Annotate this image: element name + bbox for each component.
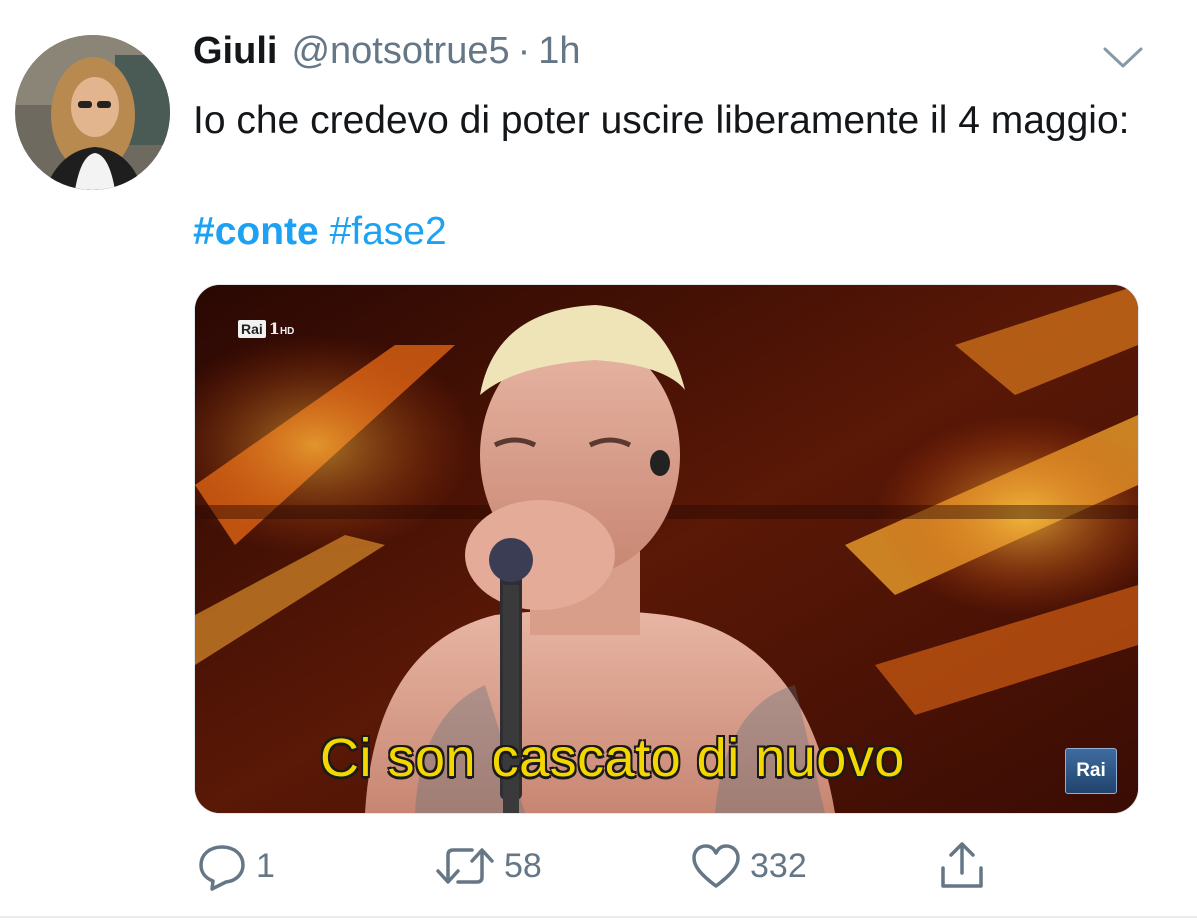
tweet-text: Io che credevo di poter uscire liberamen… [193,99,1130,142]
hashtag-fase2[interactable]: #fase2 [330,210,447,253]
tweet-media[interactable]: Rai 1HD Ci son cascato di nuovo Rai [194,284,1139,814]
retweet-icon [436,848,494,884]
tweet-actions: 1 58 332 [194,836,1014,896]
like-count: 332 [750,846,807,885]
retweet-button[interactable]: 58 [434,836,542,896]
bottom-divider [0,916,1197,918]
like-icon [692,844,740,888]
channel-number: 1HD [268,319,295,338]
timestamp[interactable]: 1h [538,30,580,73]
reply-icon [199,845,245,891]
retweet-count: 58 [504,846,542,885]
avatar[interactable] [15,35,170,190]
channel-logo-box: Rai [238,319,266,338]
channel-logo: Rai 1HD [238,319,294,338]
media-subtitle: Ci son cascato di nuovo [320,728,905,788]
chevron-down-icon[interactable] [1102,44,1144,72]
channel-hd: HD [279,326,295,337]
tweet-header: Giuli @notsotrue5 · 1h [193,30,581,80]
hashtag-row: #conte #fase2 [193,206,447,258]
display-name[interactable]: Giuli [193,30,277,73]
hashtag-conte[interactable]: #conte [193,210,319,253]
share-icon [941,842,983,888]
tweet[interactable]: Giuli @notsotrue5 · 1h Io che credevo di… [0,0,1197,924]
user-handle[interactable]: @notsotrue5 [291,30,509,73]
separator-dot: · [517,30,531,72]
like-button[interactable]: 332 [690,836,807,896]
corner-logo: Rai [1065,748,1117,794]
share-button[interactable] [938,836,986,896]
reply-button[interactable]: 1 [196,836,275,896]
reply-count: 1 [256,846,275,885]
avatar-image [15,35,170,190]
